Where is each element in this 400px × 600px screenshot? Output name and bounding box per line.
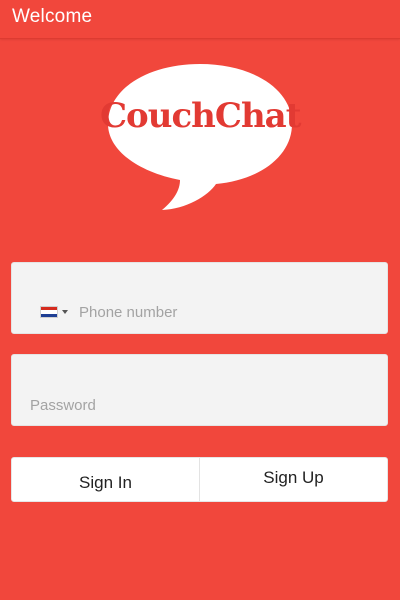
phone-number-input[interactable]: [79, 301, 369, 323]
app-logo: CouchChat: [100, 58, 301, 213]
phone-field[interactable]: [11, 262, 388, 334]
sign-up-button[interactable]: Sign Up: [200, 458, 387, 501]
app-bar: Welcome: [0, 0, 400, 39]
app-title: Welcome: [12, 6, 93, 27]
croatia-flag-icon: [40, 306, 58, 318]
logo-text: CouchChat: [100, 96, 301, 136]
password-field[interactable]: [11, 354, 388, 426]
auth-button-group: Sign In Sign Up: [11, 457, 388, 502]
password-input[interactable]: [30, 394, 370, 416]
country-code-picker[interactable]: [40, 305, 72, 319]
dropdown-arrow-icon: [62, 310, 68, 314]
sign-in-button[interactable]: Sign In: [12, 458, 199, 501]
